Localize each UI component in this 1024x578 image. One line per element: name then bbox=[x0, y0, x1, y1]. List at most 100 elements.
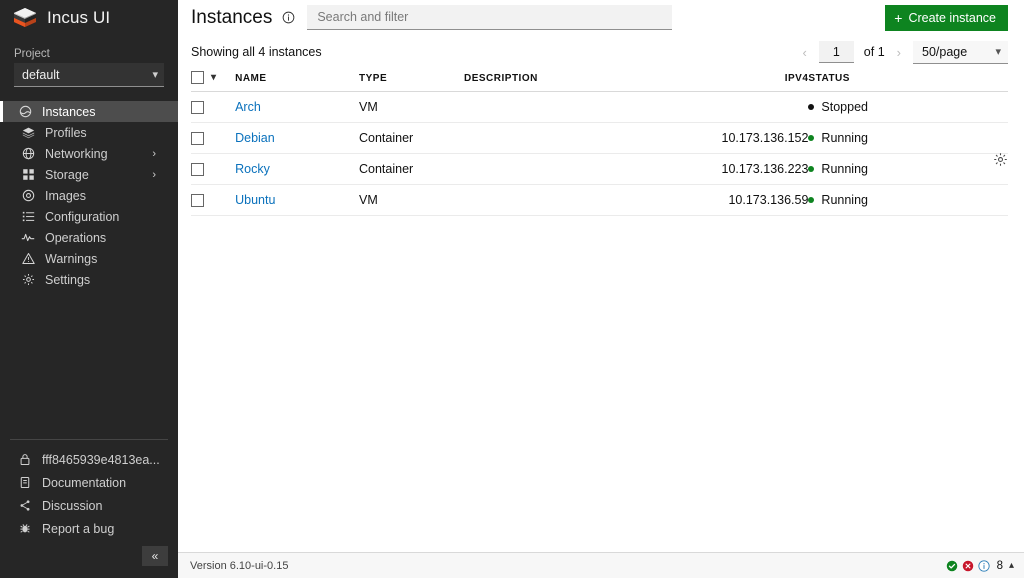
chevron-right-icon[interactable]: › bbox=[152, 169, 156, 181]
cell-type: Container bbox=[359, 153, 464, 185]
info-circle-icon[interactable] bbox=[977, 559, 990, 572]
select-all-checkbox[interactable] bbox=[191, 71, 204, 84]
status-dot bbox=[808, 135, 815, 141]
row-checkbox[interactable] bbox=[191, 132, 204, 146]
cell-type: VM bbox=[359, 91, 464, 123]
status-dot bbox=[808, 104, 815, 110]
version-label: Version 6.10-ui-0.15 bbox=[190, 559, 289, 572]
sidebar-item-label: Images bbox=[45, 188, 86, 203]
chevron-right-icon[interactable]: › bbox=[895, 45, 903, 60]
settings-icon bbox=[19, 273, 37, 286]
cell-status: Running bbox=[808, 122, 945, 154]
column-header-status[interactable]: STATUS bbox=[808, 71, 945, 92]
cell-status: Running bbox=[808, 153, 945, 185]
chevron-left-icon[interactable]: ‹ bbox=[800, 45, 808, 60]
row-checkbox[interactable] bbox=[191, 101, 204, 115]
sidebar-item-discussion[interactable]: Discussion bbox=[0, 494, 178, 517]
sidebar-item-label: Warnings bbox=[45, 251, 98, 266]
table-row[interactable]: Debian Container 10.173.136.152 Running bbox=[191, 122, 1008, 154]
row-select-cell bbox=[191, 122, 236, 154]
notification-count: 8 bbox=[996, 559, 1003, 572]
create-instance-button[interactable]: + Create instance bbox=[885, 4, 1008, 31]
column-header-actions bbox=[944, 71, 1008, 92]
instance-link[interactable]: Rocky bbox=[235, 162, 270, 176]
table-header-row: ▾ NAME TYPE DESCRIPTION IPV4 STATUS bbox=[191, 71, 1008, 92]
share-icon bbox=[16, 499, 34, 512]
sidebar-item-certificate[interactable]: fff8465939e4813ea... bbox=[0, 448, 178, 471]
cell-actions bbox=[944, 122, 1008, 154]
instance-link[interactable]: Debian bbox=[235, 131, 275, 145]
column-header-type[interactable]: TYPE bbox=[359, 71, 464, 92]
per-page-value: 50/page bbox=[922, 44, 968, 59]
status-label: Stopped bbox=[821, 100, 868, 114]
per-page-select[interactable]: 50/page ▾ bbox=[913, 40, 1008, 64]
sidebar-item-documentation[interactable]: Documentation bbox=[0, 471, 178, 494]
sidebar-item-networking[interactable]: Networking › bbox=[0, 143, 178, 164]
chevron-down-icon[interactable]: ▾ bbox=[211, 72, 217, 83]
project-selector-block: Project default ▾ bbox=[0, 36, 178, 89]
cell-description bbox=[464, 91, 675, 123]
cell-actions bbox=[944, 91, 1008, 123]
sidebar-item-instances[interactable]: Instances bbox=[0, 101, 178, 122]
cell-name: Ubuntu bbox=[235, 184, 359, 216]
cell-name: Debian bbox=[235, 122, 359, 154]
sidebar-item-images[interactable]: Images bbox=[0, 185, 178, 206]
cell-status: Stopped bbox=[808, 91, 945, 123]
column-header-ipv4[interactable]: IPV4 bbox=[674, 71, 809, 92]
app-title: Incus UI bbox=[47, 8, 111, 27]
profiles-icon bbox=[19, 126, 37, 139]
row-checkbox[interactable] bbox=[191, 194, 204, 208]
instances-icon bbox=[16, 105, 34, 118]
sidebar-item-configuration[interactable]: Configuration bbox=[0, 206, 178, 227]
sidebar-item-warnings[interactable]: Warnings bbox=[0, 248, 178, 269]
column-header-description[interactable]: DESCRIPTION bbox=[464, 71, 675, 92]
sidebar-item-profiles[interactable]: Profiles bbox=[0, 122, 178, 143]
chevron-up-icon[interactable]: ▴ bbox=[1009, 560, 1014, 571]
info-icon[interactable] bbox=[282, 11, 295, 24]
operations-icon bbox=[19, 231, 37, 244]
row-checkbox[interactable] bbox=[191, 163, 204, 177]
chevron-right-icon[interactable]: › bbox=[152, 148, 156, 160]
project-select-value: default bbox=[22, 67, 60, 82]
images-icon bbox=[19, 189, 37, 202]
cell-description bbox=[464, 184, 675, 216]
networking-icon bbox=[19, 147, 37, 160]
search-input[interactable] bbox=[307, 5, 673, 30]
sidebar-collapse-button[interactable]: « bbox=[142, 546, 168, 566]
main-content: Instances + Create instance Showing all … bbox=[178, 0, 1024, 578]
page-number-input[interactable] bbox=[818, 41, 854, 63]
sidebar-item-storage[interactable]: Storage › bbox=[0, 164, 178, 185]
column-header-name[interactable]: NAME bbox=[235, 71, 359, 92]
sidebar-item-report-bug[interactable]: Report a bug bbox=[0, 517, 178, 540]
cell-type: VM bbox=[359, 184, 464, 216]
chevron-down-icon: ▾ bbox=[152, 69, 158, 81]
table-row[interactable]: Rocky Container 10.173.136.223 Running bbox=[191, 153, 1008, 185]
status-dot bbox=[808, 166, 815, 172]
sidebar-item-settings[interactable]: Settings bbox=[0, 269, 178, 290]
page-total-label: of 1 bbox=[863, 45, 885, 59]
sidebar-item-label: Instances bbox=[42, 104, 96, 119]
project-select[interactable]: default ▾ bbox=[14, 63, 164, 87]
table-row[interactable]: Arch VM Stopped bbox=[191, 91, 1008, 123]
gear-icon[interactable] bbox=[993, 152, 1008, 167]
sidebar-item-label: Profiles bbox=[45, 125, 87, 140]
storage-icon bbox=[19, 168, 37, 181]
table-row[interactable]: Ubuntu VM 10.173.136.59 Running bbox=[191, 184, 1008, 216]
cell-ipv4: 10.173.136.152 bbox=[674, 122, 809, 154]
cell-ipv4: 10.173.136.59 bbox=[674, 184, 809, 216]
instance-link[interactable]: Arch bbox=[235, 100, 261, 114]
bug-icon bbox=[16, 522, 34, 535]
cell-name: Rocky bbox=[235, 153, 359, 185]
sidebar-item-operations[interactable]: Operations bbox=[0, 227, 178, 248]
page-header: Instances + Create instance bbox=[178, 2, 1024, 33]
instances-table: ▾ NAME TYPE DESCRIPTION IPV4 STATUS Arch… bbox=[191, 71, 1008, 216]
error-circle-icon[interactable] bbox=[962, 560, 974, 572]
sidebar-item-label: Networking bbox=[45, 146, 108, 161]
instance-link[interactable]: Ubuntu bbox=[235, 193, 275, 207]
sidebar: Incus UI Project default ▾ Instances Pro… bbox=[0, 0, 178, 578]
table-toolbar: Showing all 4 instances ‹ of 1 › 50/page… bbox=[178, 33, 1024, 71]
app-logo[interactable]: Incus UI bbox=[0, 0, 178, 36]
sidebar-bottom: fff8465939e4813ea... Documentation Discu… bbox=[0, 439, 178, 578]
check-circle-icon[interactable] bbox=[946, 560, 958, 572]
